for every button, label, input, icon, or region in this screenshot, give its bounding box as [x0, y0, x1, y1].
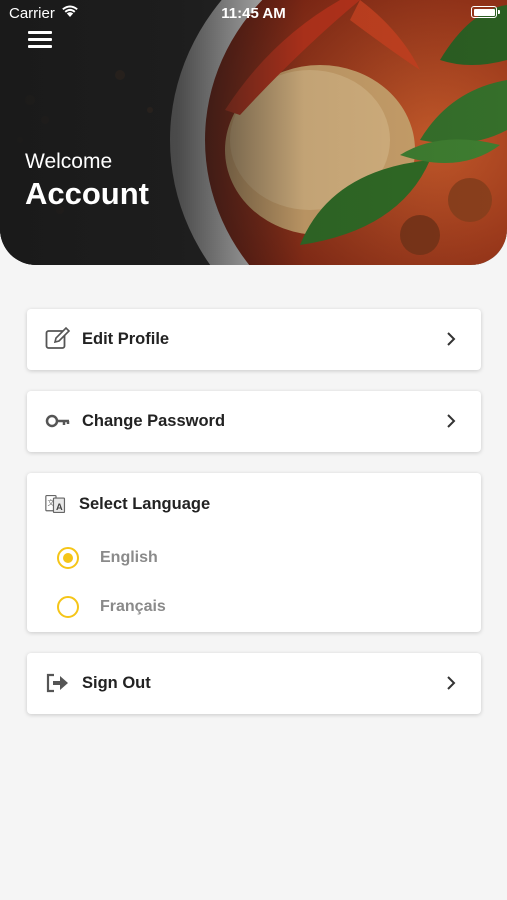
change-password-label: Change Password [82, 412, 226, 430]
edit-icon [45, 327, 71, 349]
language-option-label: Français [100, 598, 166, 615]
select-language-label: Select Language [79, 495, 211, 513]
edit-profile-button[interactable]: Edit Profile [27, 309, 481, 370]
language-option-french[interactable]: Français [57, 596, 257, 622]
battery-icon [471, 6, 500, 18]
svg-text:A: A [56, 502, 63, 512]
chevron-right-icon [447, 332, 456, 346]
chevron-right-icon [447, 676, 456, 690]
translate-icon: A 文 [45, 494, 66, 514]
radio-selected[interactable] [57, 547, 79, 569]
status-bar: Carrier 11:45 AM [0, 0, 507, 28]
language-card: A 文 Select Language English Français [27, 473, 481, 632]
clock: 11:45 AM [221, 5, 286, 22]
radio-unselected[interactable] [57, 596, 79, 618]
chevron-right-icon [447, 414, 456, 428]
language-option-english[interactable]: English [57, 547, 257, 573]
key-icon [45, 414, 70, 428]
edit-profile-label: Edit Profile [82, 330, 170, 348]
welcome-text: Welcome [25, 150, 113, 173]
change-password-button[interactable]: Change Password [27, 391, 481, 452]
sign-out-icon [46, 673, 68, 693]
sign-out-label: Sign Out [82, 674, 151, 692]
header-banner: Carrier 11:45 AM Welcome Account [0, 0, 507, 265]
sign-out-button[interactable]: Sign Out [27, 653, 481, 714]
page-title: Account [25, 176, 149, 211]
hamburger-menu-icon[interactable] [28, 31, 54, 51]
svg-text:文: 文 [48, 498, 55, 507]
language-option-label: English [100, 549, 158, 566]
food-image [0, 0, 507, 265]
